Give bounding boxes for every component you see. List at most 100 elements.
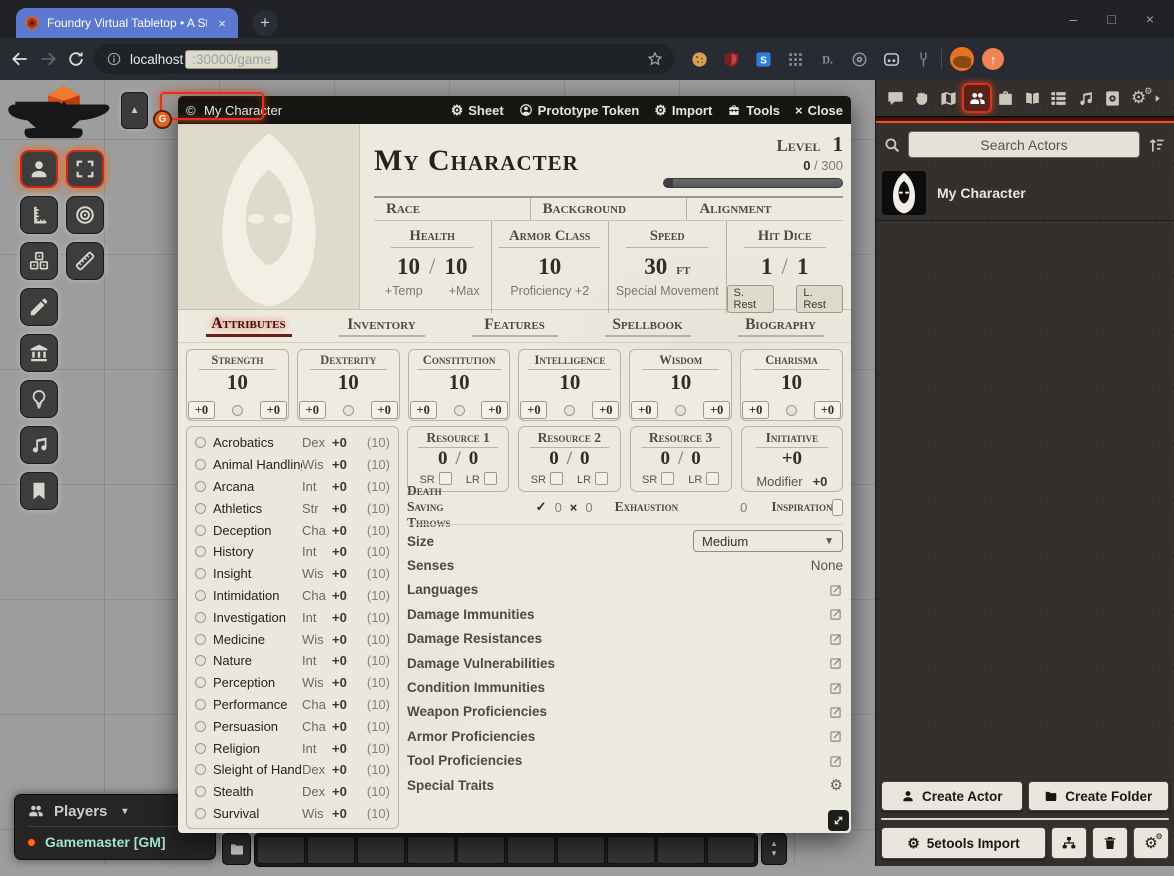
skill-row[interactable]: IntimidationCha+0(10) [195,585,390,607]
ability-constitution[interactable]: Constitution10+0+0 [408,349,511,421]
ruler-tool[interactable] [66,242,104,280]
ability-score[interactable]: 10 [670,370,691,394]
tab-biography[interactable]: Biography [738,316,824,337]
settings-button[interactable]: ⚙⚙ [1133,827,1169,859]
stat-hit-dice[interactable]: Hit Dice1/1S. RestL. Rest [726,221,844,313]
player-row[interactable]: Gamemaster [GM] [27,834,203,850]
extension-grid-icon[interactable] [786,50,805,69]
character-name[interactable]: My Character [374,146,663,176]
xp-text[interactable]: 0 / 300 [663,158,843,173]
skill-row[interactable]: Animal HandlingWis+0(10) [195,454,390,476]
window-header[interactable]: © My Character ⚙Sheet Prototype Token ⚙I… [178,96,851,124]
extension-fork-icon[interactable] [914,50,933,69]
ability-modifier[interactable]: +0 [703,401,730,419]
skill-row[interactable]: MedicineWis+0(10) [195,628,390,650]
ability-wisdom[interactable]: Wisdom10+0+0 [629,349,732,421]
import-button[interactable]: ⚙Import [654,102,712,119]
ability-dexterity[interactable]: Dexterity10+0+0 [297,349,400,421]
create-actor-button[interactable]: Create Actor [881,781,1023,811]
death-success-icon[interactable]: ✓ [536,499,547,515]
tab-features[interactable]: Features [472,316,558,337]
macro-slot[interactable] [457,836,505,864]
skill-proficiency-pip[interactable] [195,481,206,492]
lr-checkbox[interactable] [484,472,497,485]
ability-score[interactable]: 10 [559,370,580,394]
skill-proficiency-pip[interactable] [195,503,206,514]
resource[interactable]: Resource 20/0SRLR [518,426,620,492]
lighting-tool[interactable] [20,380,58,418]
notes-tool[interactable] [20,472,58,510]
save-modifier[interactable]: +0 [520,401,547,419]
new-tab-button[interactable]: + [252,10,278,36]
skill-proficiency-pip[interactable] [195,677,206,688]
proficiency-pip[interactable] [564,405,575,416]
macro-slot[interactable] [557,836,605,864]
delete-button[interactable] [1092,827,1128,859]
target-tool[interactable] [66,196,104,234]
rest-button[interactable]: S. Rest [727,285,775,313]
folder-tree-button[interactable] [1051,827,1087,859]
search-input[interactable] [908,131,1140,158]
ability-score[interactable]: 10 [338,370,359,394]
skill-row[interactable]: HistoryInt+0(10) [195,541,390,563]
skill-proficiency-pip[interactable] [195,459,206,470]
save-modifier[interactable]: +0 [410,401,437,419]
macro-slot[interactable] [507,836,555,864]
players-header[interactable]: Players ▾ [27,802,203,820]
close-window-button[interactable]: ×Close [795,103,843,118]
edit-icon[interactable] [829,583,843,597]
skill-proficiency-pip[interactable] [195,699,206,710]
sounds-tool[interactable] [20,426,58,464]
ability-modifier[interactable]: +0 [371,401,398,419]
sidebar-tab-playlists[interactable] [1072,83,1099,113]
skill-row[interactable]: DeceptionCha+0(10) [195,519,390,541]
extension-cookie-icon[interactable] [690,50,709,69]
sidebar-tab-journal[interactable] [1019,83,1046,113]
back-button[interactable] [10,49,30,69]
skill-proficiency-pip[interactable] [195,764,206,775]
macro-folder-button[interactable] [222,833,251,865]
macro-slot[interactable] [357,836,405,864]
skill-row[interactable]: ArcanaInt+0(10) [195,476,390,498]
sr-checkbox[interactable] [550,472,563,485]
scene-nav-collapse-button[interactable]: ▲ [121,92,148,129]
sidebar-collapse-button[interactable] [1152,93,1168,104]
tools-button[interactable]: Tools [727,103,780,118]
ability-charisma[interactable]: Charisma10+0+0 [740,349,843,421]
stat-armor-class[interactable]: Armor Class10Proficiency +2 [491,221,609,313]
skill-proficiency-pip[interactable] [195,655,206,666]
tab-close-icon[interactable]: × [214,16,230,31]
edit-icon[interactable] [829,754,843,768]
skill-row[interactable]: AcrobaticsDex+0(10) [195,432,390,454]
site-info-icon[interactable] [106,51,122,67]
resource[interactable]: Resource 30/0SRLR [630,426,732,492]
ability-score[interactable]: 10 [227,370,248,394]
skill-row[interactable]: PerceptionWis+0(10) [195,672,390,694]
skill-row[interactable]: InvestigationInt+0(10) [195,606,390,628]
macro-slot[interactable] [607,836,655,864]
edit-icon[interactable] [829,681,843,695]
death-fail-icon[interactable]: × [570,500,578,515]
death-success-count[interactable]: 0 [555,500,562,515]
rest-button[interactable]: L. Rest [796,285,843,313]
proficiency-pip[interactable] [343,405,354,416]
extension-d-live-icon[interactable]: D. [818,50,837,69]
skill-row[interactable]: AthleticsStr+0(10) [195,497,390,519]
skill-row[interactable]: ReligionInt+0(10) [195,737,390,759]
extension-lens-icon[interactable] [850,50,869,69]
skill-row[interactable]: PersuasionCha+0(10) [195,715,390,737]
macro-slot[interactable] [257,836,305,864]
edit-icon[interactable] [829,632,843,646]
forward-button[interactable] [38,49,58,69]
initiative[interactable]: Initiative+0Modifier+0 [741,426,843,492]
character-portrait[interactable] [178,124,360,309]
ability-modifier[interactable]: +0 [592,401,619,419]
size-select[interactable]: Medium▼ [693,530,843,552]
dice-tool[interactable] [20,242,58,280]
skill-proficiency-pip[interactable] [195,808,206,819]
address-bar[interactable]: localhost :30000/game [94,44,674,74]
sidebar-tab-tables[interactable] [1046,83,1073,113]
ability-strength[interactable]: Strength10+0+0 [186,349,289,421]
lr-checkbox[interactable] [595,472,608,485]
skill-row[interactable]: SurvivalWis+0(10) [195,803,390,825]
